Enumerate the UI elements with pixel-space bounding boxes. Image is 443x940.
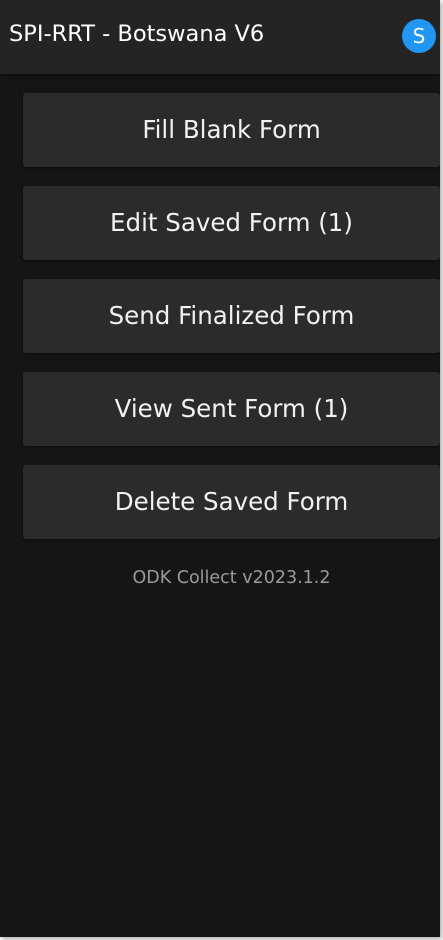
fill-blank-form-button[interactable]: Fill Blank Form [23,93,440,167]
delete-saved-form-button[interactable]: Delete Saved Form [23,465,440,539]
app-version-label: ODK Collect v2023.1.2 [132,568,331,588]
app-screen: SPI-RRT - Botswana V6 S Fill Blank Form … [0,0,440,937]
view-sent-form-button[interactable]: View Sent Form (1) [23,372,440,446]
project-title: SPI-RRT - Botswana V6 [9,21,265,47]
project-avatar-button[interactable]: S [402,19,436,53]
send-finalized-form-button[interactable]: Send Finalized Form [23,279,440,353]
edit-saved-form-button[interactable]: Edit Saved Form (1) [23,186,440,260]
app-bar: SPI-RRT - Botswana V6 S [0,0,440,74]
